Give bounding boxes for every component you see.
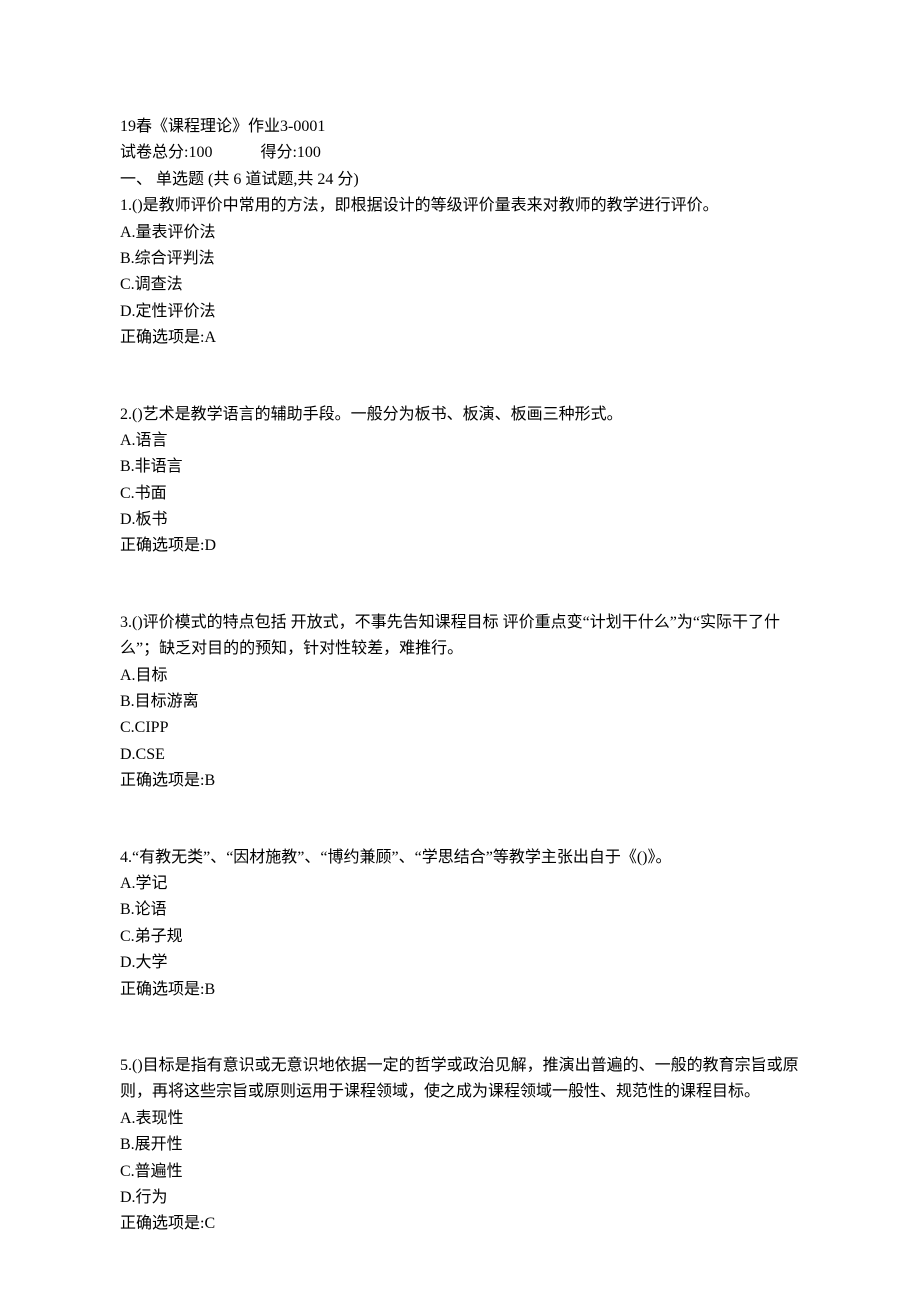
correct-answer: 正确选项是:A	[120, 325, 800, 351]
correct-answer: 正确选项是:D	[120, 533, 800, 559]
correct-answer: 正确选项是:B	[120, 977, 800, 1003]
question-stem: 3.()评价模式的特点包括 开放式，不事先告知课程目标 评价重点变“计划干什么”…	[120, 610, 800, 663]
correct-answer: 正确选项是:C	[120, 1211, 800, 1237]
correct-answer-value: D	[204, 537, 216, 554]
question-option: B.论语	[120, 897, 800, 923]
question-option: B.目标游离	[120, 689, 800, 715]
exam-title: 19春《课程理论》作业3-0001	[120, 114, 800, 140]
question-option: D.CSE	[120, 742, 800, 768]
correct-answer-label: 正确选项是:	[120, 1215, 204, 1232]
question-option: D.大学	[120, 950, 800, 976]
question-option: A.量表评价法	[120, 220, 800, 246]
question-option: B.非语言	[120, 454, 800, 480]
question-option: A.表现性	[120, 1106, 800, 1132]
question-option: D.行为	[120, 1185, 800, 1211]
correct-answer-value: A	[204, 329, 216, 346]
correct-answer-label: 正确选项是:	[120, 772, 204, 789]
question-option: C.CIPP	[120, 715, 800, 741]
question-block: 2.()艺术是教学语言的辅助手段。一般分为板书、板演、板画三种形式。A.语言B.…	[120, 402, 800, 560]
question-option: A.目标	[120, 663, 800, 689]
correct-answer-label: 正确选项是:	[120, 981, 204, 998]
total-score-label: 试卷总分:	[120, 140, 188, 166]
total-score-value: 100	[188, 140, 212, 166]
question-option: C.弟子规	[120, 924, 800, 950]
question-stem: 4.“有教无类”、“因材施教”、“博约兼顾”、“学思结合”等教学主张出自于《()…	[120, 845, 800, 871]
obtained-score-label: 得分:	[260, 140, 296, 166]
section-header: 一、 单选题 (共 6 道试题,共 24 分)	[120, 167, 800, 193]
obtained-score-value: 100	[297, 140, 321, 166]
question-option: B.综合评判法	[120, 246, 800, 272]
correct-answer: 正确选项是:B	[120, 768, 800, 794]
question-block: 1.()是教师评价中常用的方法，即根据设计的等级评价量表来对教师的教学进行评价。…	[120, 193, 800, 351]
question-option: D.定性评价法	[120, 299, 800, 325]
question-stem: 2.()艺术是教学语言的辅助手段。一般分为板书、板演、板画三种形式。	[120, 402, 800, 428]
correct-answer-label: 正确选项是:	[120, 537, 204, 554]
question-block: 3.()评价模式的特点包括 开放式，不事先告知课程目标 评价重点变“计划干什么”…	[120, 610, 800, 795]
question-stem: 5.()目标是指有意识或无意识地依据一定的哲学或政治见解，推演出普遍的、一般的教…	[120, 1053, 800, 1106]
question-option: D.板书	[120, 507, 800, 533]
exam-score-line: 试卷总分:100 得分:100	[120, 140, 800, 166]
question-option: C.书面	[120, 481, 800, 507]
question-stem: 1.()是教师评价中常用的方法，即根据设计的等级评价量表来对教师的教学进行评价。	[120, 193, 800, 219]
question-block: 4.“有教无类”、“因材施教”、“博约兼顾”、“学思结合”等教学主张出自于《()…	[120, 845, 800, 1003]
question-option: A.语言	[120, 428, 800, 454]
question-option: B.展开性	[120, 1132, 800, 1158]
correct-answer-value: B	[204, 981, 215, 998]
correct-answer-label: 正确选项是:	[120, 329, 204, 346]
correct-answer-value: C	[204, 1215, 215, 1232]
correct-answer-value: B	[204, 772, 215, 789]
question-option: C.调查法	[120, 272, 800, 298]
question-block: 5.()目标是指有意识或无意识地依据一定的哲学或政治见解，推演出普遍的、一般的教…	[120, 1053, 800, 1238]
question-option: C.普遍性	[120, 1159, 800, 1185]
question-option: A.学记	[120, 871, 800, 897]
